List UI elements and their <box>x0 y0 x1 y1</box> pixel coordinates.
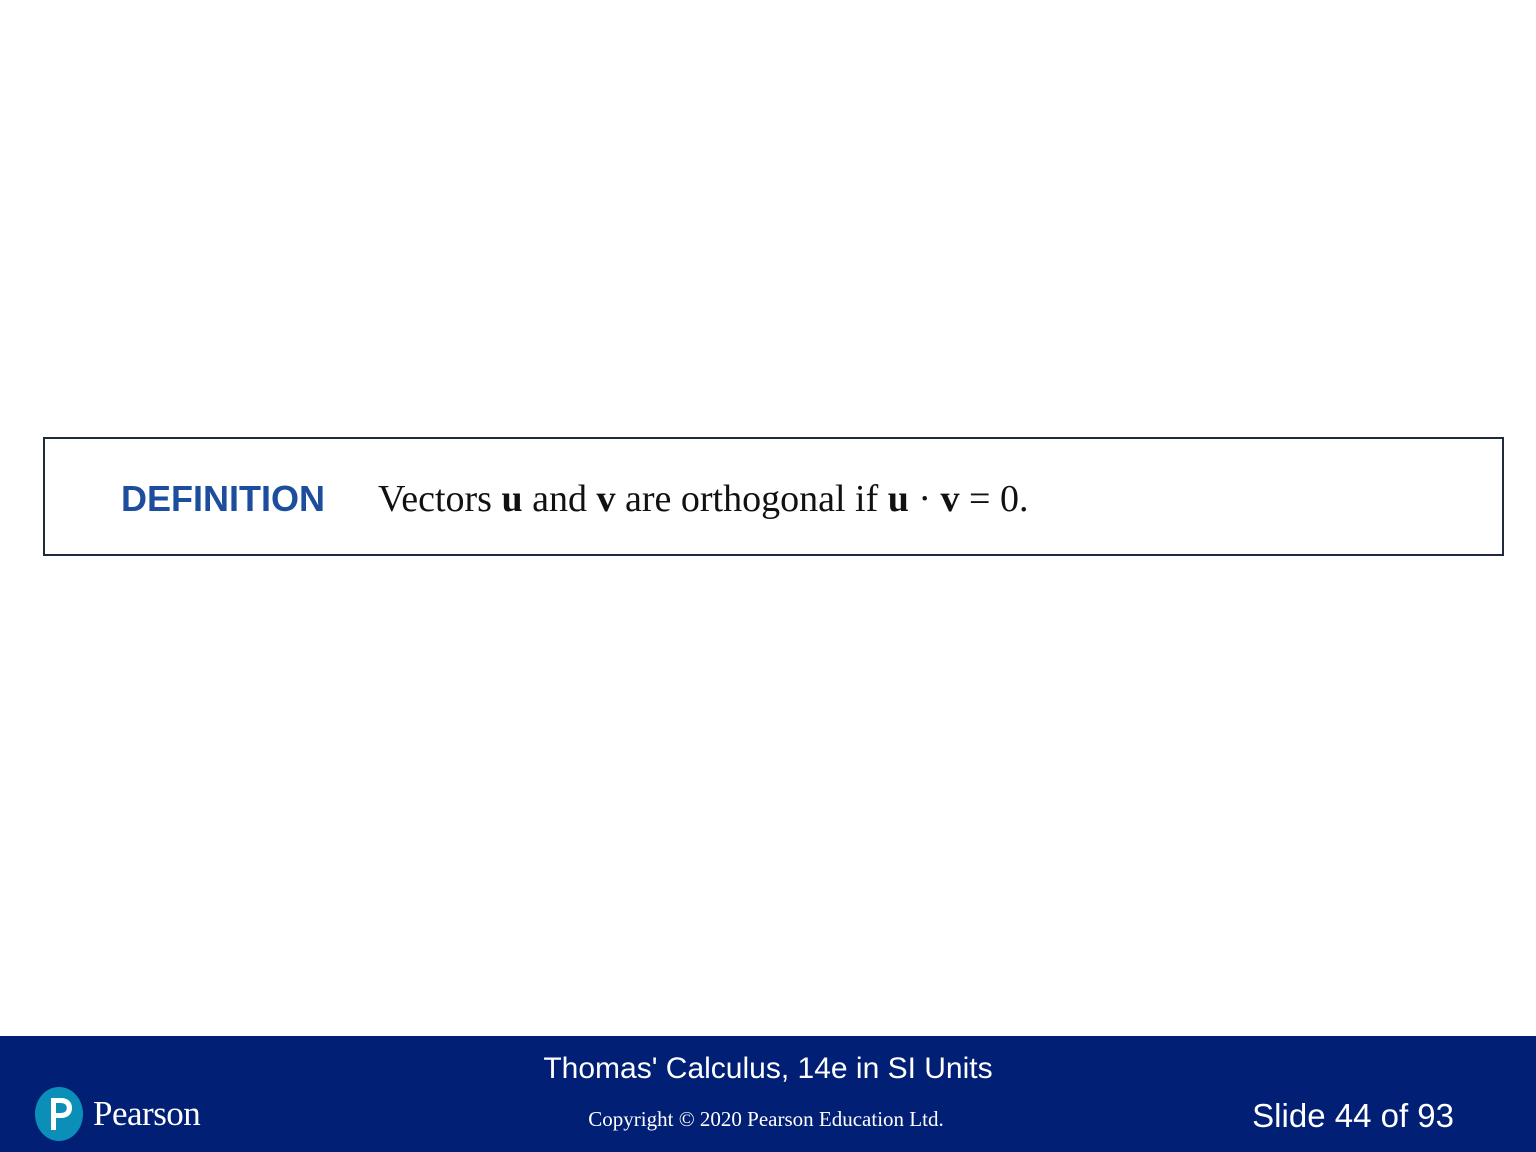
pearson-logo-text: Pearson <box>93 1094 201 1133</box>
definition-text-part: = 0. <box>959 478 1029 520</box>
definition-box: DEFINITION Vectors u and v are orthogona… <box>43 437 1504 556</box>
vector-v: v <box>596 478 616 520</box>
definition-label: DEFINITION <box>121 478 325 519</box>
vector-v: v <box>940 478 960 520</box>
pearson-logo-icon <box>35 1087 83 1141</box>
pearson-logo: Pearson <box>34 1086 201 1142</box>
definition-text: Vectors u and v are orthogonal if u · v … <box>378 477 1028 521</box>
footer-bar: Thomas' Calculus, 14e in SI Units Copyri… <box>0 1036 1536 1152</box>
vector-u: u <box>501 478 523 520</box>
slide: DEFINITION Vectors u and v are orthogona… <box>0 0 1536 1152</box>
definition-text-part: are orthogonal if <box>615 478 888 520</box>
vector-u: u <box>887 478 909 520</box>
book-title: Thomas' Calculus, 14e in SI Units <box>543 1052 993 1085</box>
definition-text-part: Vectors <box>378 478 502 520</box>
slide-number: Slide 44 of 93 <box>1252 1097 1454 1134</box>
dot-operator: · <box>908 478 941 520</box>
definition-text-part: and <box>522 478 597 520</box>
